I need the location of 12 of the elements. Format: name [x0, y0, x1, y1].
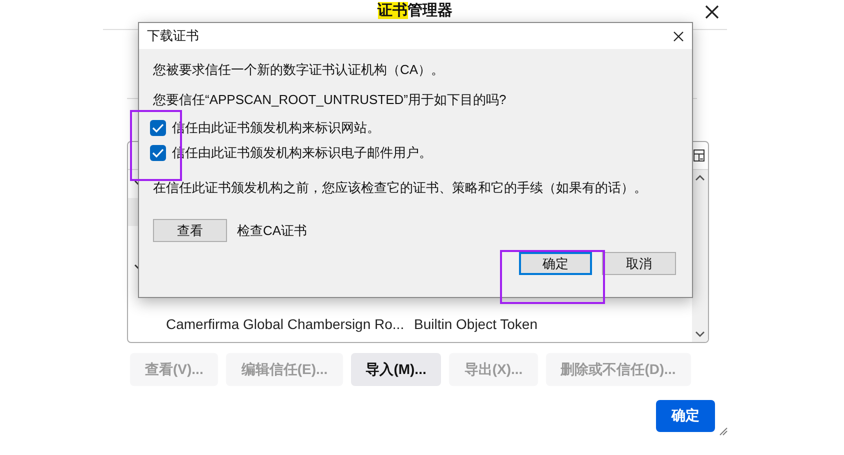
cancel-button[interactable]: 取消 — [602, 252, 676, 275]
ok-button[interactable]: 确定 — [519, 252, 592, 275]
view-hint: 检查CA证书 — [237, 222, 308, 240]
ok-button[interactable]: 确定 — [656, 400, 715, 432]
advice-text: 在信任此证书颁发机构之前，您应该检查它的证书、策略和它的手续（如果有的话）。 — [153, 179, 648, 197]
certificate-name: Camerfirma Global Chambersign Ro... — [166, 316, 406, 332]
token-name: Builtin Object Token — [414, 316, 538, 332]
message-text: 您被要求信任一个新的数字证书认证机构（CA）。 — [153, 61, 446, 79]
dialog-title: 下载证书 — [147, 27, 199, 45]
view-button[interactable]: 查看 — [153, 219, 227, 242]
action-button[interactable]: 导入(M)... — [350, 353, 442, 386]
question-text: 您要信任“APPSCAN_ROOT_UNTRUSTED”用于如下目的吗? — [153, 91, 508, 109]
